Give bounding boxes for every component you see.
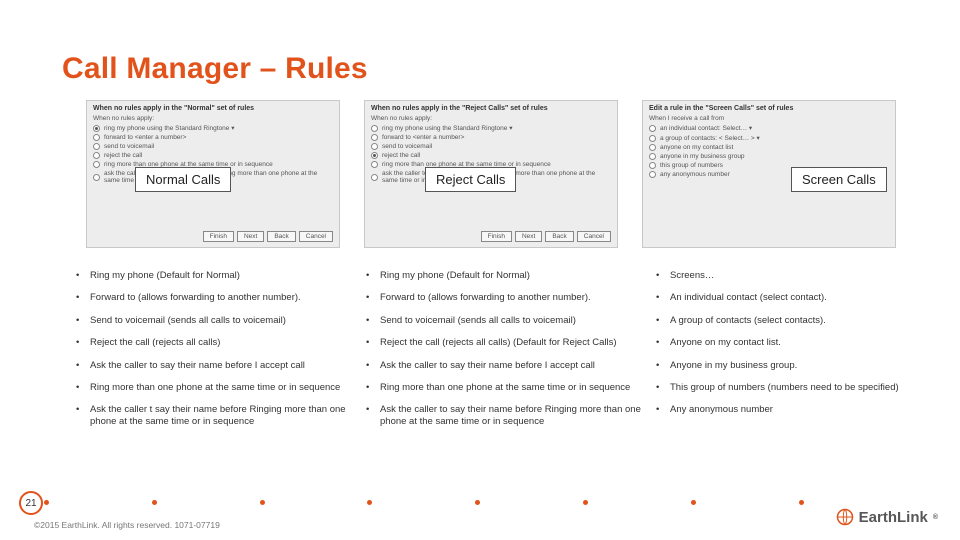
- back-button[interactable]: Back: [545, 231, 573, 242]
- column-screen: •Screens… •An individual contact (select…: [656, 270, 918, 438]
- option-text: send to voicemail: [382, 143, 432, 150]
- list-item: Ring more than one phone at the same tim…: [380, 382, 644, 393]
- option-text: reject the call: [104, 152, 142, 159]
- globe-icon: [836, 508, 854, 526]
- slide: Call Manager – Rules When no rules apply…: [0, 0, 960, 540]
- back-button[interactable]: Back: [267, 231, 295, 242]
- panel-label-normal: Normal Calls: [135, 167, 231, 192]
- option-text: a group of contacts: < Select… > ▾: [660, 134, 760, 142]
- radio-icon[interactable]: [93, 161, 100, 168]
- list-item: Ask the caller to say their name before …: [90, 360, 354, 371]
- panel-header: Edit a rule in the "Screen Calls" set of…: [649, 105, 889, 112]
- list-item: Anyone in my business group.: [670, 360, 918, 371]
- option-text: ring my phone using the Standard Rington…: [382, 124, 512, 132]
- list-item: Ask the caller to say their name before …: [380, 404, 644, 427]
- option-text: anyone on my contact list: [660, 144, 733, 151]
- radio-icon[interactable]: [649, 162, 656, 169]
- option-text: send to voicemail: [104, 143, 154, 150]
- list-item: Forward to (allows forwarding to another…: [380, 292, 644, 303]
- radio-icon[interactable]: [93, 125, 100, 132]
- list-item: Screens…: [670, 270, 918, 281]
- radio-icon[interactable]: [371, 161, 378, 168]
- panel-label-reject: Reject Calls: [425, 167, 516, 192]
- list-item: Ring more than one phone at the same tim…: [90, 382, 354, 393]
- option-text: anyone in my business group: [660, 153, 745, 160]
- bullet-columns: •Ring my phone (Default for Normal) •For…: [76, 270, 918, 438]
- list-item: Anyone on my contact list.: [670, 337, 918, 348]
- finish-button[interactable]: Finish: [481, 231, 512, 242]
- list-item: Ring my phone (Default for Normal): [380, 270, 644, 281]
- next-button[interactable]: Next: [515, 231, 542, 242]
- earthlink-logo: EarthLink ®: [836, 508, 938, 526]
- column-normal: •Ring my phone (Default for Normal) •For…: [76, 270, 354, 438]
- radio-icon[interactable]: [93, 143, 100, 150]
- list-item: This group of numbers (numbers need to b…: [670, 382, 918, 393]
- radio-icon[interactable]: [649, 135, 656, 142]
- page-number: 21: [19, 491, 43, 515]
- panel-sub: When I receive a call from: [649, 115, 889, 122]
- list-item: Send to voicemail (sends all calls to vo…: [90, 315, 354, 326]
- radio-icon[interactable]: [649, 153, 656, 160]
- option-text: this group of numbers: [660, 162, 723, 169]
- cancel-button[interactable]: Cancel: [299, 231, 333, 242]
- logo-text: EarthLink: [859, 509, 928, 526]
- cancel-button[interactable]: Cancel: [577, 231, 611, 242]
- page-title: Call Manager – Rules: [62, 52, 368, 86]
- panel-normal: When no rules apply in the "Normal" set …: [86, 100, 340, 248]
- panel-sub: When no rules apply:: [93, 115, 333, 122]
- panel-buttons: Finish Next Back Cancel: [203, 231, 333, 242]
- radio-icon[interactable]: [93, 174, 100, 181]
- panel-reject: When no rules apply in the "Reject Calls…: [364, 100, 618, 248]
- panel-header: When no rules apply in the "Reject Calls…: [371, 105, 611, 112]
- radio-icon[interactable]: [371, 152, 378, 159]
- radio-icon[interactable]: [649, 125, 656, 132]
- list-item: Reject the call (rejects all calls): [90, 337, 354, 348]
- next-button[interactable]: Next: [237, 231, 264, 242]
- panel-screen: Edit a rule in the "Screen Calls" set of…: [642, 100, 896, 248]
- option-text: forward to <enter a number>: [382, 134, 464, 141]
- list-item: Ask the caller to say their name before …: [380, 360, 644, 371]
- list-item: Send to voicemail (sends all calls to vo…: [380, 315, 644, 326]
- footer-dots: [44, 502, 814, 504]
- list-item: Any anonymous number: [670, 404, 918, 415]
- option-text: any anonymous number: [660, 171, 730, 178]
- finish-button[interactable]: Finish: [203, 231, 234, 242]
- panel-sub: When no rules apply:: [371, 115, 611, 122]
- page-number-text: 21: [25, 498, 36, 509]
- radio-icon[interactable]: [93, 134, 100, 141]
- panel-header: When no rules apply in the "Normal" set …: [93, 105, 333, 112]
- panels-row: When no rules apply in the "Normal" set …: [86, 100, 896, 248]
- radio-icon[interactable]: [371, 174, 378, 181]
- list-item: An individual contact (select contact).: [670, 292, 918, 303]
- radio-icon[interactable]: [371, 143, 378, 150]
- radio-icon[interactable]: [93, 152, 100, 159]
- trademark-icon: ®: [933, 514, 938, 521]
- list-item: Forward to (allows forwarding to another…: [90, 292, 354, 303]
- option-text: an individual contact: Select… ▾: [660, 124, 752, 132]
- panel-label-screen: Screen Calls: [791, 167, 887, 192]
- panel-buttons: Finish Next Back Cancel: [481, 231, 611, 242]
- column-reject: •Ring my phone (Default for Normal) •For…: [366, 270, 644, 438]
- list-item: Ring my phone (Default for Normal): [90, 270, 354, 281]
- copyright: ©2015 EarthLink. All rights reserved. 10…: [34, 520, 220, 530]
- radio-icon[interactable]: [371, 134, 378, 141]
- radio-icon[interactable]: [649, 171, 656, 178]
- option-text: ring my phone using the Standard Rington…: [104, 124, 234, 132]
- radio-icon[interactable]: [649, 144, 656, 151]
- radio-icon[interactable]: [371, 125, 378, 132]
- list-item: Ask the caller t say their name before R…: [90, 404, 354, 427]
- option-text: forward to <enter a number>: [104, 134, 186, 141]
- option-text: reject the call: [382, 152, 420, 159]
- list-item: Reject the call (rejects all calls) (Def…: [380, 337, 644, 348]
- list-item: A group of contacts (select contacts).: [670, 315, 918, 326]
